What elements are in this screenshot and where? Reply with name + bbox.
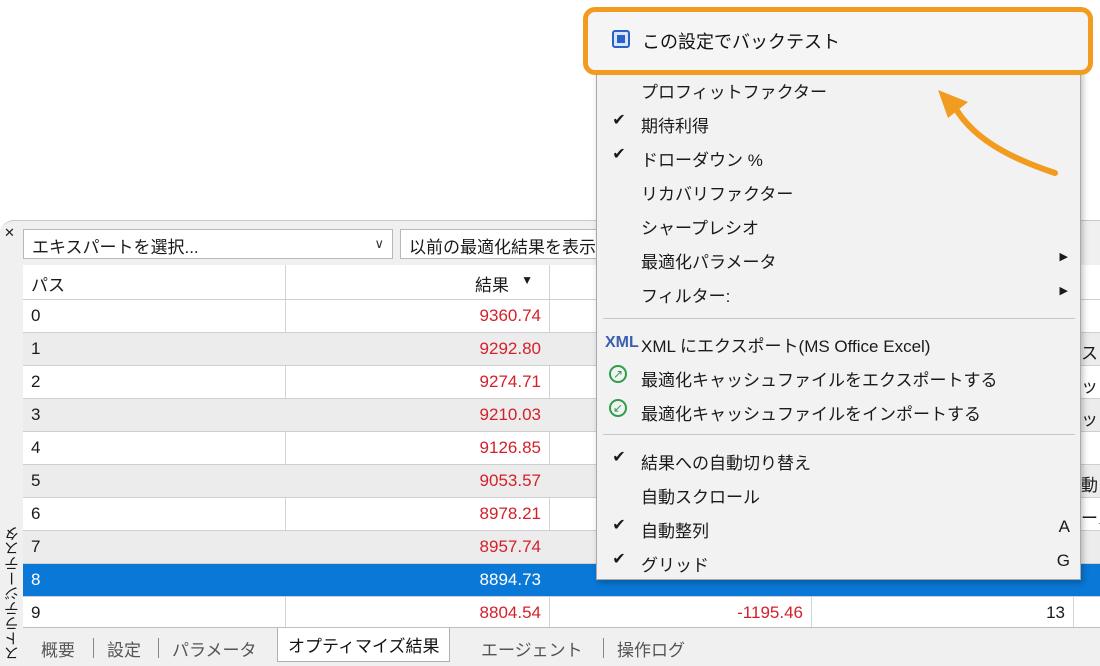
callout-arrow-icon [938,90,1058,176]
strategy-tester-title: ストラテジーテスター [4,526,42,661]
menu-item-filter[interactable]: フィルター: ▶ [597,275,1080,309]
result-cell: 9360.74 [479,306,541,325]
xml-icon: XML [605,334,639,351]
menu-item-auto-scroll[interactable]: 自動スクロール [597,476,1080,510]
tab-journal[interactable]: 操作ログ [607,632,695,662]
result-cell: 8894.73 [479,570,541,589]
pass-cell: 2 [31,372,41,391]
checkmark-icon: ✔ [612,517,626,534]
pass-cell: 8 [31,570,41,589]
menu-item-label: グリッド [641,556,709,575]
expert-select[interactable]: エキスパートを選択... ∨ [23,229,393,259]
menu-item-label: ドローダウン % [641,151,763,170]
pass-cell: 7 [31,537,41,556]
result-cell: 9292.80 [479,339,541,358]
menu-item-label: 最適化キャッシュファイルをエクスポートする [641,371,998,390]
tab-divider [158,638,159,658]
column-header-pass[interactable]: パス [23,265,285,299]
chevron-down-icon: ∨ [374,236,384,251]
menu-item-grid[interactable]: ✔ グリッド G [597,544,1080,578]
export-icon: ↗ [609,365,627,383]
menu-item-optimization-parameters[interactable]: 最適化パラメータ ▶ [597,241,1080,275]
tab-parameters[interactable]: パラメータ [162,632,267,662]
menu-item-auto-switch[interactable]: ✔ 結果への自動切り替え [597,442,1080,476]
column-header-result[interactable]: 結果 ▼ [285,265,549,299]
menu-item-backtest-with-settings[interactable]: この設定でバックテスト [583,7,1093,75]
menu-item-label: 最適化パラメータ [641,253,777,272]
tab-overview[interactable]: 概要 [31,632,85,662]
result-cell: 9053.57 [479,471,541,490]
pass-cell: 6 [31,504,41,523]
menu-shortcut: G [1056,551,1070,570]
tab-divider [603,638,604,658]
pass-cell: 3 [31,405,41,424]
menu-item-auto-arrange[interactable]: ✔ 自動整列 A [597,510,1080,544]
tester-tabs: 概要 設定 パラメータ オプティマイズ結果 エージェント 操作ログ [23,627,1100,666]
trades-cell: 13 [1046,603,1065,622]
pass-cell: 1 [31,339,41,358]
pass-cell: 0 [31,306,41,325]
profit-cell: -1195.46 [737,603,803,622]
column-header-result-label: 結果 [475,276,509,295]
menu-item-sharpe-ratio[interactable]: シャープレシオ [597,207,1080,241]
import-icon: ↙ [609,399,627,417]
result-cell: 9126.85 [479,438,541,457]
menu-item-label: フィルター: [641,287,731,306]
pass-cell: 4 [31,438,41,457]
chip-icon [612,30,630,48]
menu-item-label: この設定でバックテスト [642,32,840,52]
menu-item-label: 結果への自動切り替え [641,454,811,473]
menu-item-label: XML にエクスポート(MS Office Excel) [641,337,931,356]
menu-item-label: リカバリファクター [641,185,794,204]
result-cell: 9274.71 [479,372,541,391]
menu-item-label: プロフィットファクター [641,83,827,102]
menu-item-import-cache[interactable]: ↙ 最適化キャッシュファイルをインポートする [597,393,1080,427]
checkmark-icon: ✔ [612,146,626,163]
expert-select-value: エキスパートを選択... [32,238,199,257]
result-cell: 9210.03 [479,405,541,424]
menu-separator [603,434,1075,435]
menu-item-label: シャープレシオ [641,219,759,238]
result-cell: 8804.54 [479,603,541,622]
checkmark-icon: ✔ [612,112,626,129]
submenu-arrow-icon: ▶ [1059,251,1068,263]
sort-desc-icon: ▼ [521,273,533,287]
checkmark-icon: ✔ [612,551,626,568]
pass-cell: 5 [31,471,41,490]
result-cell: 8957.74 [479,537,541,556]
menu-item-label: 最適化キャッシュファイルをインポートする [641,405,981,424]
result-cell: 8978.21 [479,504,541,523]
checkmark-icon: ✔ [612,449,626,466]
pass-cell: 9 [31,603,41,622]
close-icon[interactable]: ✕ [4,225,15,241]
menu-item-export-cache[interactable]: ↗ 最適化キャッシュファイルをエクスポートする [597,359,1080,393]
menu-shortcut: A [1058,517,1070,536]
tab-settings[interactable]: 設定 [97,632,151,662]
previous-results-value: 以前の最適化結果を表示 [409,238,596,257]
menu-item-label: 自動スクロール [641,488,760,507]
menu-item-recovery-factor[interactable]: リカバリファクター [597,173,1080,207]
tab-divider [93,638,94,658]
menu-item-label: 自動整列 [641,522,709,541]
submenu-arrow-icon: ▶ [1059,285,1068,297]
menu-item-export-xml[interactable]: XML XML にエクスポート(MS Office Excel) [597,325,1080,359]
tab-optimization-results[interactable]: オプティマイズ結果 [277,628,451,662]
table-row[interactable]: 9 8804.54 -1195.46 13 [23,596,1100,629]
menu-item-label: 期待利得 [641,117,709,136]
menu-separator [603,318,1075,319]
tab-agents[interactable]: エージェント [471,632,593,662]
